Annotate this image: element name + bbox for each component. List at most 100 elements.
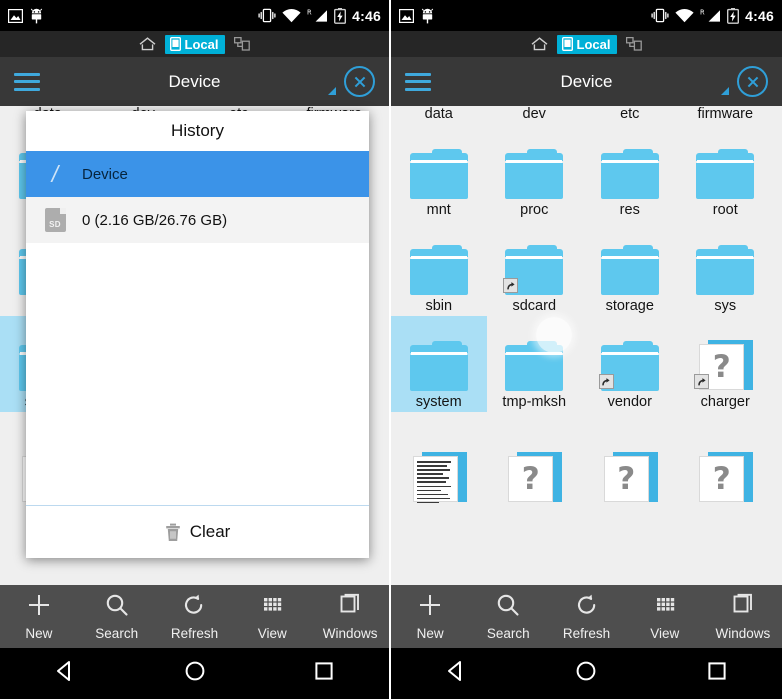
file-grid: data dev etc firmware mnt proc res root sbin sdca…: [391, 106, 782, 508]
svg-text:R: R: [700, 9, 705, 17]
screenshot-stage: R 4:46 Local Device History / Device SD …: [0, 0, 782, 699]
network-devices-icon[interactable]: [234, 37, 251, 51]
nav-back-triangle[interactable]: [391, 658, 521, 689]
file-icon-wrap: [409, 239, 468, 295]
status-bar-left-icons: [399, 8, 434, 24]
android-robot-icon: [421, 8, 434, 24]
status-bar: R 4:46: [0, 0, 389, 31]
file-icon-wrap: [505, 143, 564, 199]
file-cell[interactable]: etc: [582, 106, 678, 124]
root-slash-icon: /: [51, 160, 59, 187]
file-cell[interactable]: dev: [487, 106, 583, 124]
file-cell[interactable]: mnt: [391, 124, 487, 220]
file-icon-wrap: [600, 239, 659, 295]
file-cell[interactable]: res: [582, 124, 678, 220]
file-label: system: [415, 394, 462, 410]
file-grid-container[interactable]: data dev etc firmware mnt proc res root sbin sdca…: [391, 106, 782, 636]
file-label: storage: [605, 298, 654, 314]
android-robot-icon: [30, 8, 43, 24]
file-cell[interactable]: sdcard: [487, 220, 583, 316]
grid-view-icon: [652, 592, 678, 623]
shortcut-link-badge-icon: [598, 374, 614, 389]
nav-back-triangle[interactable]: [0, 658, 130, 689]
status-bar-right-icons: R 4:46: [651, 7, 774, 24]
back-triangle-icon: [52, 658, 78, 689]
nav-home-circle[interactable]: [130, 658, 260, 689]
status-bar-clock: 4:46: [745, 7, 774, 24]
nav-recents-square[interactable]: [259, 658, 389, 689]
system-nav-bar: [0, 648, 389, 699]
file-cell[interactable]: firmware: [678, 106, 774, 124]
file-icon-wrap: [503, 239, 564, 295]
file-icon-wrap: ?: [601, 447, 659, 503]
status-bar-right-icons: R 4:46: [258, 7, 381, 24]
history-item-label: 0 (2.16 GB/26.76 GB): [82, 211, 228, 229]
resize-caret-icon[interactable]: [721, 86, 729, 95]
toolbar-button-label: Search: [486, 626, 530, 641]
folder-icon: [696, 149, 755, 199]
action-bar: Device: [391, 57, 782, 106]
history-empty-area: [26, 243, 369, 505]
home-circle-icon: [182, 658, 208, 689]
hamburger-menu-icon[interactable]: [405, 72, 431, 91]
touch-ripple-indicator: [536, 317, 572, 353]
left-panel: R 4:46 Local Device History / Device SD …: [0, 0, 391, 699]
folder-icon: [600, 149, 659, 199]
tab-local[interactable]: Local: [164, 34, 226, 54]
file-cell[interactable]: proc: [487, 124, 583, 220]
home-icon[interactable]: [531, 37, 548, 51]
close-circle-icon[interactable]: [344, 66, 375, 97]
file-cell[interactable]: root: [678, 124, 774, 220]
file-cell[interactable]: ?: [678, 412, 774, 508]
folder-icon: [409, 245, 468, 295]
file-icon-wrap: [409, 335, 468, 391]
windows-stack-icon: [730, 592, 756, 623]
file-cell[interactable]: ?: [487, 412, 583, 508]
action-bar: Device: [0, 57, 389, 106]
file-cell[interactable]: [391, 412, 487, 508]
history-list: / Device SD 0 (2.16 GB/26.76 GB): [26, 151, 369, 243]
toolbar-view-button[interactable]: View: [626, 592, 704, 641]
vibrate-icon: [258, 8, 276, 23]
nav-home-circle[interactable]: [521, 658, 651, 689]
toolbar-refresh-button[interactable]: Refresh: [547, 592, 625, 641]
battery-charging-icon: [727, 7, 740, 24]
wifi-icon: [675, 8, 694, 23]
toolbar-search-button[interactable]: Search: [469, 592, 547, 641]
toolbar-button-label: Refresh: [562, 626, 611, 641]
file-cell[interactable]: data: [391, 106, 487, 124]
toolbar-windows-button[interactable]: Windows: [704, 592, 782, 641]
file-cell[interactable]: storage: [582, 220, 678, 316]
home-circle-icon: [573, 658, 599, 689]
clear-history-button[interactable]: Clear: [26, 506, 369, 558]
resize-caret-icon[interactable]: [328, 86, 336, 95]
action-bar-right: [328, 66, 375, 97]
search-icon: [495, 592, 521, 623]
file-label: sbin: [425, 298, 453, 314]
unknown-file-icon: ?: [603, 452, 658, 502]
file-cell[interactable]: vendor: [582, 316, 678, 412]
network-devices-icon[interactable]: [626, 37, 643, 51]
toolbar-new-button[interactable]: New: [391, 592, 469, 641]
shortcut-link-badge-icon: [503, 278, 519, 293]
file-cell[interactable]: ? charger: [678, 316, 774, 412]
toolbar-button-label: New: [416, 626, 444, 641]
nav-recents-square[interactable]: [652, 658, 782, 689]
close-circle-icon[interactable]: [737, 66, 768, 97]
file-cell[interactable]: ?: [582, 412, 678, 508]
history-item-sdcard[interactable]: SD 0 (2.16 GB/26.76 GB): [26, 197, 369, 243]
hamburger-menu-icon[interactable]: [14, 72, 40, 91]
history-item-device[interactable]: / Device: [26, 151, 369, 197]
file-label: vendor: [607, 394, 652, 410]
file-label: dev: [522, 106, 546, 122]
tab-local[interactable]: Local: [556, 34, 618, 54]
folder-icon: [505, 149, 564, 199]
file-label: etc: [620, 106, 640, 122]
file-cell-selected[interactable]: system: [391, 316, 487, 412]
home-icon[interactable]: [139, 37, 156, 51]
file-cell[interactable]: sbin: [391, 220, 487, 316]
back-triangle-icon: [443, 658, 469, 689]
svg-text:R: R: [307, 9, 312, 17]
file-cell[interactable]: sys: [678, 220, 774, 316]
file-icon-wrap: ?: [694, 335, 754, 391]
